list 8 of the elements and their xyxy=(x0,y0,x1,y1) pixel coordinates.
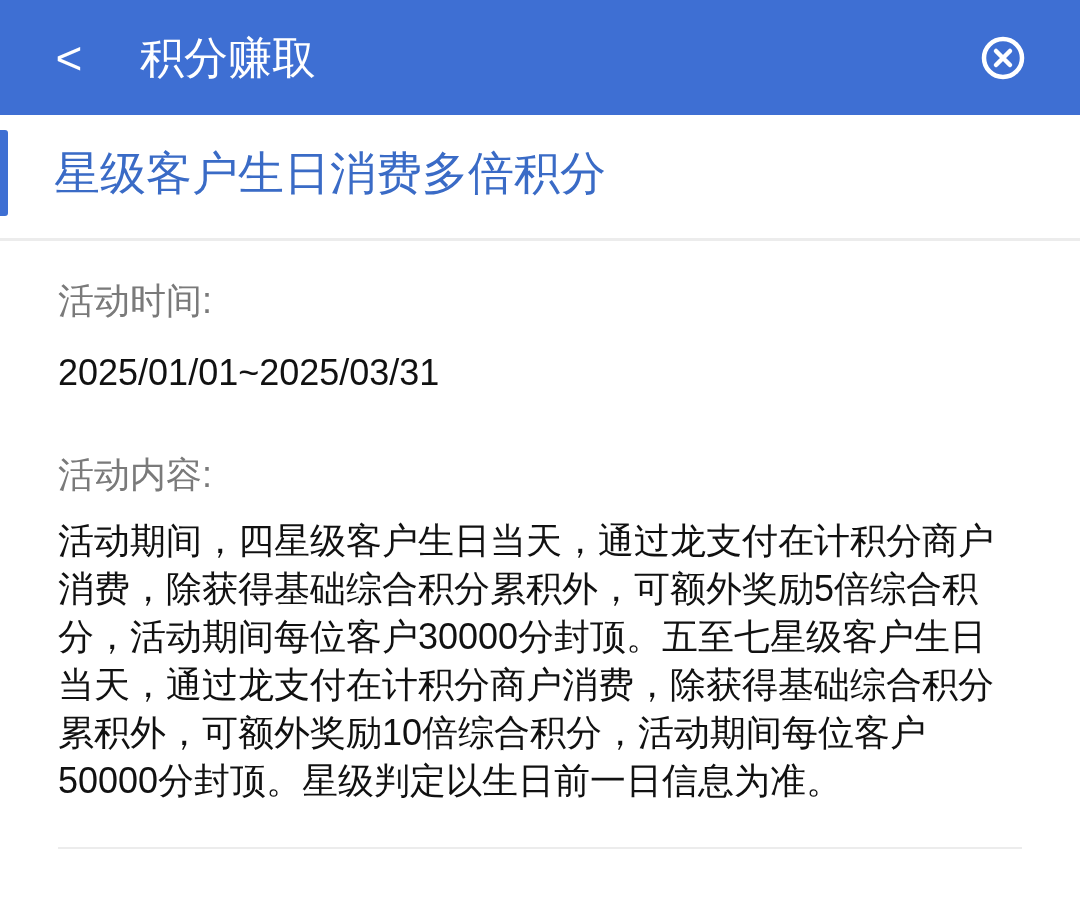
back-button[interactable]: < xyxy=(44,34,94,81)
time-label: 活动时间: xyxy=(58,279,213,323)
content-text: 活动期间，四星级客户生日当天，通过龙支付在计积分商户消费，除获得基础综合积分累积外，可额外奖励5倍综合积分，活动期间每位客户30000分封顶。五至七星级客户生日当天，通过龙支付在计积分商户消费，除获得基础综合积分累积外，可额外奖励10倍综合积分，活动期间每位客户50000分封顶。星级判定以生日前一日信息为准。 xyxy=(58,519,995,803)
close-icon[interactable] xyxy=(980,34,1026,81)
page-title: 积分赚取 xyxy=(140,35,316,80)
content-label: 活动内容: xyxy=(58,453,213,497)
time-value: 2025/01/01~2025/03/31 xyxy=(58,351,441,395)
activity-title: 星级客户生日消费多倍积分 xyxy=(54,150,606,196)
